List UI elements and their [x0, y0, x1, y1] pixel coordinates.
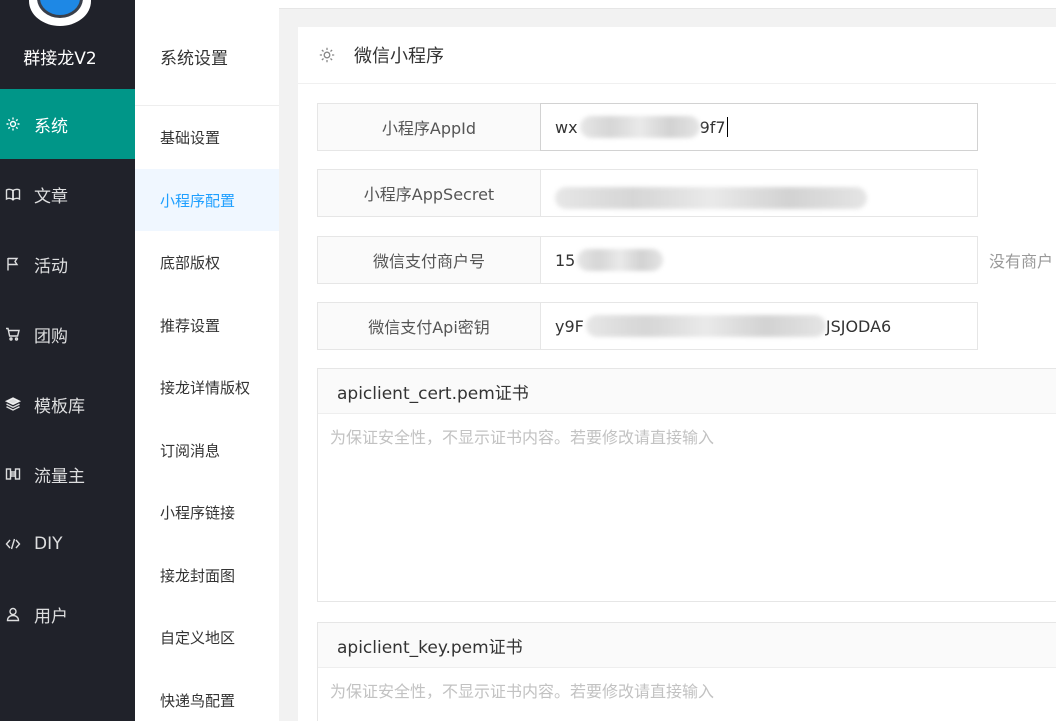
book-icon	[4, 186, 22, 202]
sidebar-item-user[interactable]: 用户	[0, 579, 135, 649]
page-title: 微信小程序	[354, 46, 444, 67]
columns-icon	[4, 466, 22, 482]
submenu-item-miniprogram-link[interactable]: 小程序链接	[135, 481, 279, 543]
key-pem-textarea[interactable]: 为保证安全性，不显示证书内容。若要修改请直接输入	[318, 668, 1056, 721]
redacted-text	[577, 249, 664, 271]
appid-label: 小程序AppId	[317, 103, 541, 151]
sidebar-item-label: 流量主	[34, 466, 85, 487]
key-pem-block: apiclient_key.pem证书 为保证安全性，不显示证书内容。若要修改请…	[317, 622, 1056, 721]
sidebar-item-label: 活动	[34, 256, 68, 277]
sidebar-item-label: 模板库	[34, 396, 85, 417]
appsecret-input[interactable]	[540, 169, 978, 217]
settings-card: 微信小程序 小程序AppId wx 9f7 小程序AppSecret 微信支付商…	[298, 27, 1056, 721]
submenu-item-subscribe-msg[interactable]: 订阅消息	[135, 419, 279, 481]
sidebar-item-article[interactable]: 文章	[0, 159, 135, 229]
sidebar-item-templates[interactable]: 模板库	[0, 369, 135, 439]
redacted-text	[555, 187, 867, 209]
submenu-item-basic[interactable]: 基础设置	[135, 106, 279, 168]
mch-id-label: 微信支付商户号	[317, 236, 541, 284]
flag-icon	[4, 256, 22, 272]
code-icon	[4, 536, 22, 552]
cart-icon	[4, 326, 22, 342]
submenu-item-detail-copyright[interactable]: 接龙详情版权	[135, 356, 279, 418]
card-header: 微信小程序	[298, 27, 1056, 84]
appid-input[interactable]: wx 9f7	[540, 103, 978, 151]
submenu-title: 系统设置	[160, 49, 228, 69]
layers-icon	[4, 396, 22, 412]
submenu-item-kdniao[interactable]: 快递鸟配置	[135, 669, 279, 721]
sidebar-item-system[interactable]: 系统	[0, 89, 135, 159]
text-cursor	[726, 117, 728, 137]
submenu-item-miniprogram-config[interactable]: 小程序配置	[135, 169, 279, 231]
gear-icon	[318, 46, 336, 64]
sidebar-item-label: 用户	[34, 606, 68, 627]
top-header	[279, 0, 1056, 9]
sidebar-item-activity[interactable]: 活动	[0, 229, 135, 299]
sidebar-item-label: 团购	[34, 326, 68, 347]
gear-icon	[4, 116, 22, 132]
sidebar-item-traffic[interactable]: 流量主	[0, 439, 135, 509]
api-key-input[interactable]: y9F JSJODA6	[540, 302, 978, 350]
redacted-text	[585, 315, 826, 337]
mch-id-input[interactable]: 15	[540, 236, 978, 284]
api-key-label: 微信支付Api密钥	[317, 302, 541, 350]
submenu-item-footer-copyright[interactable]: 底部版权	[135, 231, 279, 293]
sidebar-item-label: 系统	[34, 116, 68, 137]
cert-pem-textarea[interactable]: 为保证安全性，不显示证书内容。若要修改请直接输入	[318, 414, 1056, 602]
mch-id-hint: 没有商户	[989, 252, 1054, 271]
sidebar-item-groupbuy[interactable]: 团购	[0, 299, 135, 369]
cert-pem-label: apiclient_cert.pem证书	[318, 369, 1056, 414]
key-pem-label: apiclient_key.pem证书	[318, 623, 1056, 668]
sidebar-item-diy[interactable]: DIY	[0, 509, 135, 579]
submenu-panel: 系统设置 基础设置 小程序配置 底部版权 推荐设置 接龙详情版权 订阅消息 小程…	[135, 0, 279, 721]
logo-area: 群接龙V2	[0, 0, 135, 89]
cert-pem-block: apiclient_cert.pem证书 为保证安全性，不显示证书内容。若要修改…	[317, 368, 1056, 602]
main-sidebar: 群接龙V2 系统 文章 活动 团购 模板库 流量主 DIY 用户	[0, 0, 135, 721]
submenu-item-cover-image[interactable]: 接龙封面图	[135, 544, 279, 606]
brand-name: 群接龙V2	[23, 49, 97, 69]
logo-icon	[29, 0, 91, 26]
user-icon	[4, 606, 22, 622]
submenu-item-custom-region[interactable]: 自定义地区	[135, 606, 279, 668]
redacted-text	[579, 116, 700, 138]
sidebar-item-label: DIY	[34, 534, 63, 554]
submenu-item-recommend[interactable]: 推荐设置	[135, 294, 279, 356]
appsecret-label: 小程序AppSecret	[317, 169, 541, 217]
sidebar-item-label: 文章	[34, 186, 68, 207]
